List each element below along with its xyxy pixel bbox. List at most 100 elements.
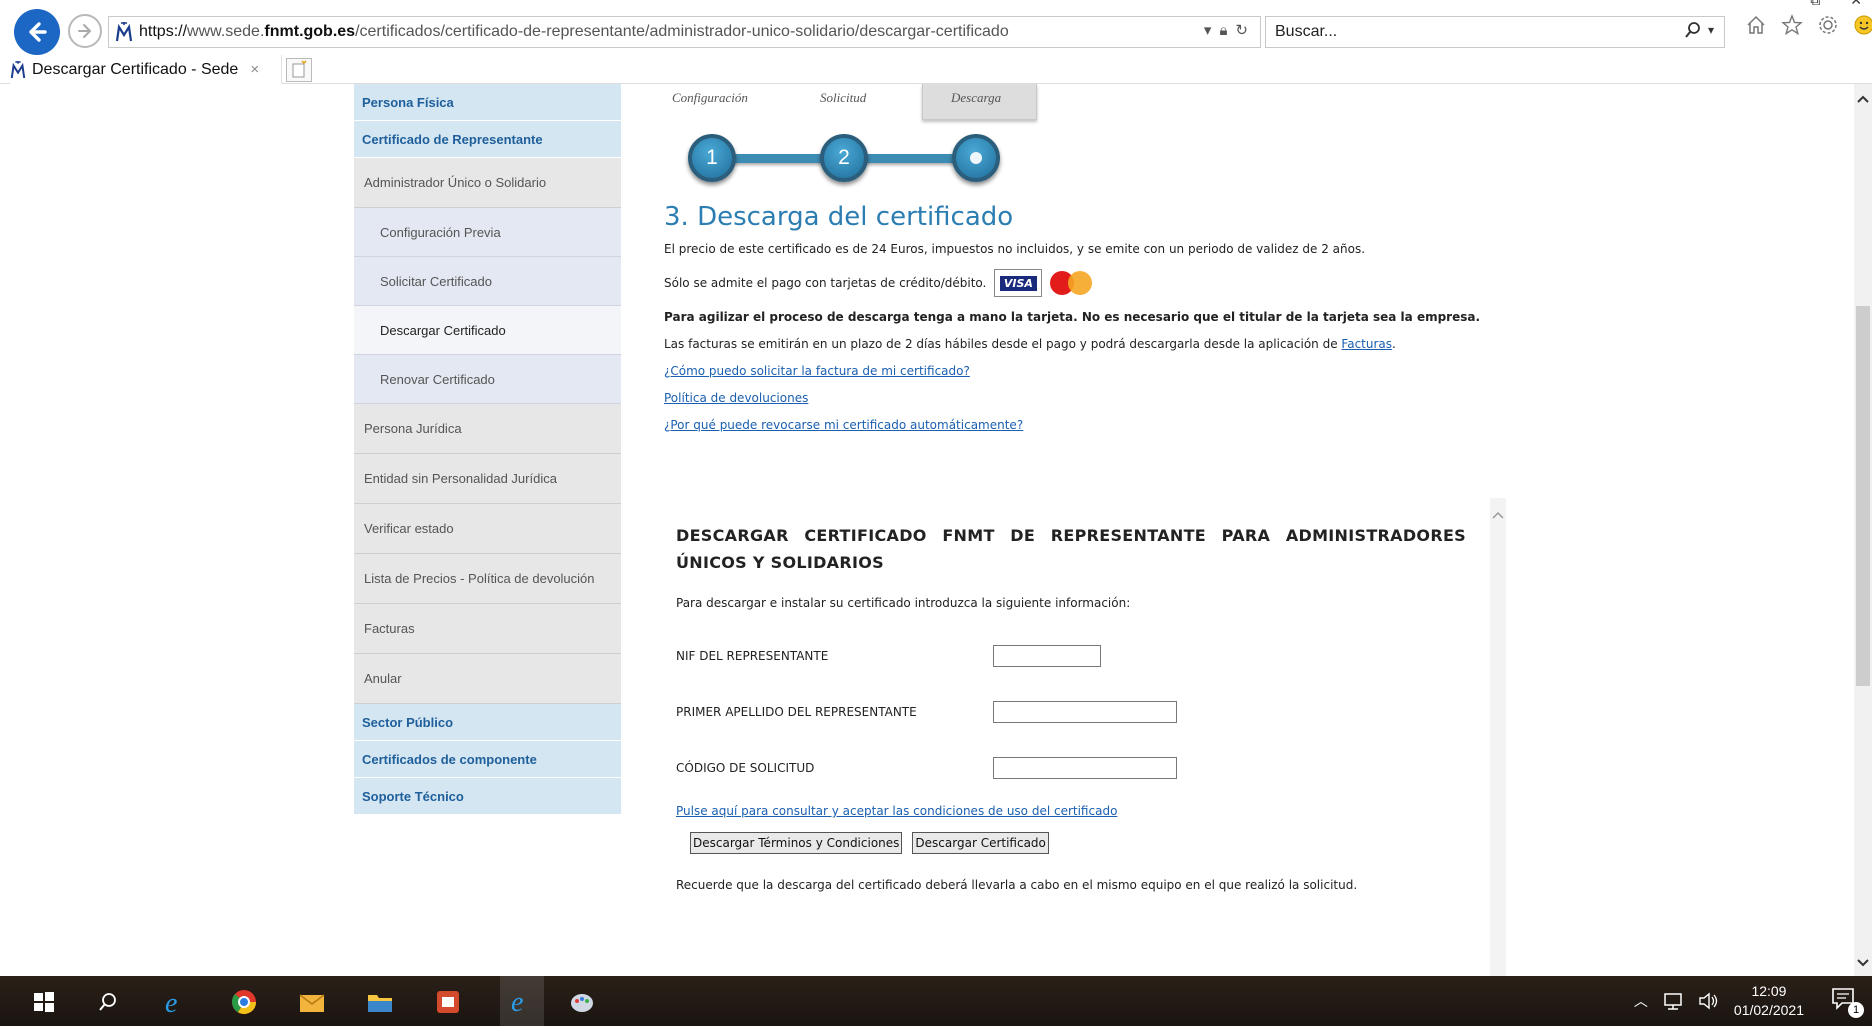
volume-icon[interactable] [1698,991,1720,1011]
scroll-thumb[interactable] [1856,306,1870,686]
restore-icon[interactable]: ⧉ [1810,0,1820,9]
ie-icon: e [165,988,177,1017]
mastercard-logo [1048,269,1096,297]
link-politica-devoluciones[interactable]: Política de devoluciones [664,391,1494,405]
sidebar-item-persona-fisica[interactable]: Persona Física [354,84,621,121]
payment-text: Sólo se admite el pago con tarjetas de c… [664,276,987,290]
notifications-button[interactable]: 1 [1830,986,1864,1018]
sidebar-item-label: Persona Física [362,94,454,110]
dropdown-icon[interactable]: ▾ [1204,21,1212,39]
apellido-input[interactable] [993,701,1177,723]
apellido-label: PRIMER APELLIDO DEL REPRESENTANTE [676,705,917,719]
link-solicitar-factura[interactable]: ¿Cómo puedo solicitar la factura de mi c… [664,364,1494,378]
sidebar-item-sector-publico[interactable]: Sector Público [354,704,621,741]
back-button[interactable] [14,9,60,55]
site-favicon-icon [115,22,133,42]
ie-active-icon: e [511,987,523,1016]
page-content: Persona Física Certificado de Representan… [0,84,1872,976]
taskbar-ie-button[interactable]: e [500,976,544,1026]
sidebar-item-anular[interactable]: Anular [354,654,621,704]
address-bar[interactable]: https://www.sede.fnmt.gob.es/certificado… [108,16,1261,48]
start-button[interactable] [28,986,60,1018]
search-dropdown-icon[interactable]: ▾ [1708,23,1714,37]
sidebar-item-persona-juridica[interactable]: Persona Jurídica [354,404,621,454]
sidebar-item-verificar-estado[interactable]: Verificar estado [354,504,621,554]
sidebar-item-label: Persona Jurídica [364,421,462,436]
download-terms-button[interactable]: Descargar Términos y Condiciones [690,832,903,854]
settings-gear-icon[interactable] [1817,14,1839,36]
tab-descargar-certificado[interactable]: Descargar Certificado - Sede × [10,55,282,84]
form-scroll-up-icon[interactable] [1490,508,1506,524]
folder-icon [368,995,392,1012]
sidebar-item-certificado-de-representante[interactable]: Certificado de Representante [354,121,621,158]
sidebar-item-label: Anular [364,671,402,686]
refresh-icon[interactable]: ↻ [1235,21,1248,39]
sidebar-item-lista-de-precios-politica-de-devolucion[interactable]: Lista de Precios - Política de devolució… [354,554,621,604]
link-revocar-certificado[interactable]: ¿Por qué puede revocarse mi certificado … [664,418,1494,432]
tab-bar: Descargar Certificado - Sede × [0,54,1872,84]
sidebar-item-solicitar-certificado[interactable]: Solicitar Certificado [354,257,621,306]
notification-count-badge: 1 [1848,1002,1864,1018]
facturas-link[interactable]: Facturas [1341,337,1392,351]
main-content: Configuración Solicitud Descarga 1 2 3. … [664,84,1494,445]
new-tab-button[interactable] [286,58,312,82]
form-intro: Para descargar e instalar su certificado… [676,596,1131,610]
download-certificate-button[interactable]: Descargar Certificado [912,832,1049,854]
taskbar-search-button[interactable] [92,986,124,1018]
field-row-apellido: PRIMER APELLIDO DEL REPRESENTANTE [676,684,1466,740]
page-scrollbar[interactable] [1854,84,1872,976]
payment-row: Sólo se admite el pago con tarjetas de c… [664,269,1494,297]
address-tools: ▾ 🔒︎ ↻ [1204,21,1248,40]
clock[interactable]: 12:09 01/02/2021 [1734,982,1804,1020]
taskbar-chrome-button[interactable] [228,986,260,1018]
scroll-down-icon[interactable] [1854,954,1872,972]
home-icon[interactable] [1745,14,1767,36]
new-tab-icon [292,60,307,78]
reminder-text: Recuerde que la descarga del certificado… [676,878,1358,892]
sidebar-item-configuracion-previa[interactable]: Configuración Previa [354,208,621,257]
close-window-icon[interactable]: ✕ [1850,0,1862,9]
sidebar-item-label: Administrador Único o Solidario [364,175,547,190]
sidebar-item-facturas[interactable]: Facturas [354,604,621,654]
network-icon[interactable] [1662,991,1684,1011]
tab-close-icon[interactable]: × [250,61,259,78]
tray-chevron-icon[interactable]: ︿ [1634,991,1648,1011]
codigo-input[interactable] [993,757,1177,779]
mail-icon [299,994,325,1012]
conditions-link[interactable]: Pulse aquí para consultar y aceptar las … [676,804,1466,818]
sidebar-item-label: Certificados de componente [362,751,537,767]
taskbar-mail-button[interactable] [296,986,328,1018]
search-icon[interactable] [1684,21,1702,39]
sidebar-item-descargar-certificado[interactable]: Descargar Certificado [354,306,621,355]
nif-input[interactable] [993,645,1101,667]
forward-button[interactable] [68,14,102,48]
sidebar-item-label: Configuración Previa [380,224,501,240]
search-input[interactable]: Buscar... [1275,23,1337,41]
form-scrollbar[interactable] [1490,498,1506,976]
browser-chrome: ⧉ ✕ https://www.sede.fnmt.gob.es/certifi… [0,0,1872,84]
sidebar-item-entidad-sin-personalidad-juridica[interactable]: Entidad sin Personalidad Jurídica [354,454,621,504]
smiley-feedback-icon[interactable] [1853,14,1872,36]
scroll-up-icon[interactable] [1854,90,1872,108]
favorites-star-icon[interactable] [1781,14,1803,36]
taskbar-paint-button[interactable] [566,986,598,1018]
sidebar-item-certificados-de-componente[interactable]: Certificados de componente [354,741,621,778]
sidebar-item-renovar-certificado[interactable]: Renovar Certificado [354,355,621,404]
tab-title: Descargar Certificado - Sede [32,60,239,78]
lock-icon[interactable]: 🔒︎ [1219,22,1227,39]
visa-logo: VISA [994,269,1043,297]
sidebar-item-administrador-unico-o-solidario[interactable]: Administrador Único o Solidario [354,158,621,208]
taskbar-app-button[interactable] [432,986,464,1018]
step-3-marker [952,134,1000,182]
toolbar-icons [1745,14,1872,36]
windows-logo-icon [34,992,54,1012]
clock-time: 12:09 [1751,983,1787,999]
sidebar-item-label: Descargar Certificado [380,322,506,338]
step-2-marker: 2 [820,134,868,182]
taskbar-explorer-button[interactable] [364,986,396,1018]
sidebar-item-label: Soporte Técnico [362,788,464,804]
taskbar-edge-legacy-button[interactable]: e [160,986,192,1018]
sidebar-item-soporte-tecnico[interactable]: Soporte Técnico [354,778,621,815]
search-box[interactable]: Buscar... ▾ [1265,16,1725,48]
clock-date: 01/02/2021 [1733,1002,1804,1018]
